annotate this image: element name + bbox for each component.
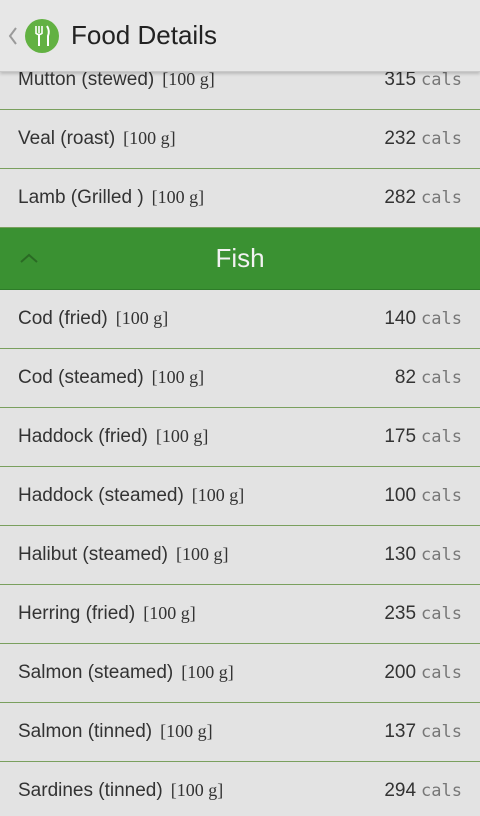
food-name: Herring (fried)	[18, 603, 136, 624]
food-name: Veal (roast)	[18, 128, 116, 149]
calorie-group: 294 cals	[384, 780, 462, 802]
food-name-group: Lamb (Grilled ) [100 g]	[18, 187, 204, 209]
calorie-unit: cals	[421, 545, 462, 565]
food-portion: [100 g]	[155, 426, 209, 446]
calorie-unit: cals	[421, 781, 462, 801]
food-portion: [100 g]	[170, 780, 224, 800]
chevron-up-icon[interactable]	[18, 250, 40, 266]
food-portion: [100 g]	[162, 69, 215, 89]
calorie-group: 82 cals	[395, 367, 462, 389]
food-portion: [100 g]	[115, 308, 169, 328]
calorie-value: 100	[384, 485, 417, 506]
calorie-unit: cals	[421, 368, 462, 388]
food-name-group: Cod (fried) [100 g]	[18, 308, 168, 330]
food-row[interactable]: Lamb (Grilled ) [100 g] 282 cals	[0, 169, 480, 228]
calorie-group: 100 cals	[384, 485, 462, 507]
calorie-value: 315	[384, 69, 417, 90]
food-row[interactable]: Halibut (steamed) [100 g] 130 cals	[0, 526, 480, 585]
food-row[interactable]: Haddock (fried) [100 g] 175 cals	[0, 408, 480, 467]
calorie-group: 175 cals	[384, 426, 462, 448]
calorie-group: 282 cals	[384, 187, 462, 209]
food-portion: [100 g]	[160, 721, 213, 741]
food-name-group: Herring (fried) [100 g]	[18, 603, 196, 625]
food-portion: [100 g]	[181, 662, 234, 682]
section-header-fish[interactable]: Fish	[0, 228, 480, 290]
food-portion: [100 g]	[191, 485, 245, 505]
food-row[interactable]: Haddock (steamed) [100 g] 100 cals	[0, 467, 480, 526]
food-row[interactable]: Cod (fried) [100 g] 140 cals	[0, 290, 480, 349]
food-row[interactable]: Cod (steamed) [100 g] 82 cals	[0, 349, 480, 408]
calorie-group: 200 cals	[384, 662, 462, 684]
calorie-value: 130	[384, 544, 417, 565]
calorie-value: 235	[384, 603, 417, 624]
food-name-group: Veal (roast) [100 g]	[18, 128, 176, 150]
food-portion: [100 g]	[151, 187, 205, 207]
calorie-unit: cals	[421, 188, 462, 208]
calorie-unit: cals	[421, 427, 462, 447]
food-name-group: Mutton (stewed) [100 g]	[18, 69, 215, 91]
food-row[interactable]: Veal (roast) [100 g] 232 cals	[0, 110, 480, 169]
calorie-unit: cals	[421, 722, 462, 742]
action-bar: Food Details	[0, 0, 480, 72]
food-name: Salmon (tinned)	[18, 721, 153, 742]
calorie-value: 140	[384, 308, 417, 329]
calorie-value: 294	[384, 780, 417, 801]
food-name-group: Haddock (fried) [100 g]	[18, 426, 208, 448]
section-title: Fish	[215, 243, 265, 273]
calorie-group: 232 cals	[384, 128, 462, 150]
calorie-value: 232	[384, 128, 417, 149]
food-portion: [100 g]	[151, 367, 205, 387]
food-name: Haddock (fried)	[18, 426, 148, 447]
calorie-value: 137	[384, 721, 417, 742]
calorie-value: 282	[384, 187, 417, 208]
food-portion: [100 g]	[175, 544, 229, 564]
calorie-group: 137 cals	[384, 721, 462, 743]
page-title: Food Details	[71, 20, 217, 50]
food-row[interactable]: Herring (fried) [100 g] 235 cals	[0, 585, 480, 644]
food-name: Cod (fried)	[18, 308, 108, 329]
calorie-group: 315 cals	[384, 69, 462, 91]
food-name: Halibut (steamed)	[18, 544, 168, 565]
food-name-group: Cod (steamed) [100 g]	[18, 367, 204, 389]
calorie-unit: cals	[421, 486, 462, 506]
food-name-group: Halibut (steamed) [100 g]	[18, 544, 228, 566]
food-name: Salmon (steamed)	[18, 662, 174, 683]
calorie-group: 140 cals	[384, 308, 462, 330]
calorie-unit: cals	[421, 129, 462, 149]
food-name-group: Haddock (steamed) [100 g]	[18, 485, 244, 507]
calorie-group: 235 cals	[384, 603, 462, 625]
calorie-unit: cals	[421, 70, 462, 90]
food-name: Cod (steamed)	[18, 367, 144, 388]
food-name-group: Salmon (tinned) [100 g]	[18, 721, 213, 743]
food-name-group: Salmon (steamed) [100 g]	[18, 662, 234, 684]
food-name: Sardines (tinned)	[18, 780, 163, 801]
calorie-unit: cals	[421, 604, 462, 624]
calorie-value: 82	[394, 367, 417, 388]
food-row[interactable]: Salmon (tinned) [100 g] 137 cals	[0, 703, 480, 762]
food-row[interactable]: Sardines (tinned) [100 g] 294 cals	[0, 762, 480, 816]
food-name: Mutton (stewed)	[18, 69, 155, 90]
food-row[interactable]: Salmon (steamed) [100 g] 200 cals	[0, 644, 480, 703]
food-name-group: Sardines (tinned) [100 g]	[18, 780, 223, 802]
food-list: Mutton (stewed) [100 g] 315 cals Veal (roast…	[0, 51, 480, 816]
calorie-group: 130 cals	[384, 544, 462, 566]
calorie-value: 200	[384, 662, 417, 683]
food-name: Lamb (Grilled )	[18, 187, 144, 208]
calorie-unit: cals	[421, 309, 462, 329]
calorie-value: 175	[384, 426, 417, 447]
food-portion: [100 g]	[123, 128, 176, 148]
fork-knife-icon[interactable]	[25, 18, 59, 53]
calorie-unit: cals	[421, 663, 462, 683]
food-portion: [100 g]	[143, 603, 196, 623]
food-name: Haddock (steamed)	[18, 485, 184, 506]
back-chevron-icon[interactable]	[4, 0, 22, 72]
